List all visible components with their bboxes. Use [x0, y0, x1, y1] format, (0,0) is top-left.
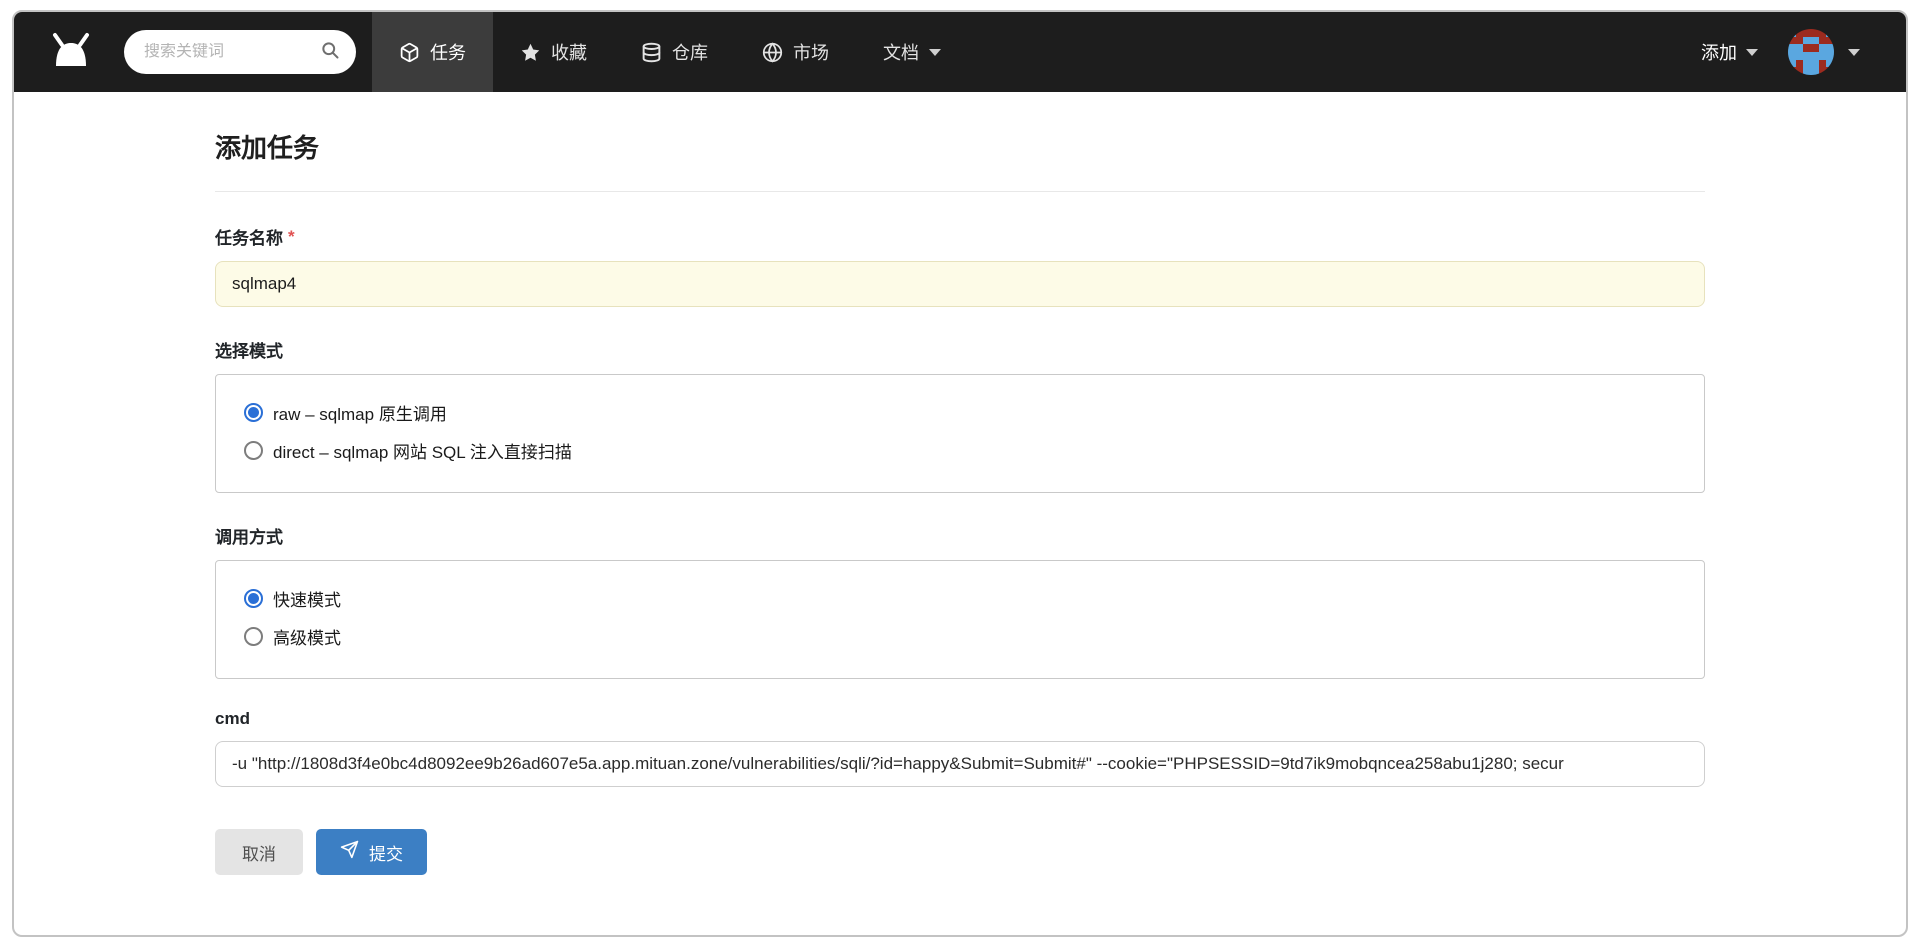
navbar-right: 添加 — [1701, 12, 1906, 92]
cmd-section: cmd — [215, 709, 1705, 787]
mode-section: 选择模式 raw – sqlmap 原生调用 direct – sqlmap 网… — [215, 337, 1705, 493]
mode-option-raw[interactable]: raw – sqlmap 原生调用 — [244, 400, 1676, 425]
nav-item-market[interactable]: 市场 — [735, 12, 856, 92]
top-navbar: 任务 收藏 仓库 — [14, 12, 1906, 92]
nav-item-tasks[interactable]: 任务 — [372, 12, 493, 92]
radio-checked-icon[interactable] — [244, 589, 263, 608]
radio-label: direct – sqlmap 网站 SQL 注入直接扫描 — [273, 438, 572, 463]
main-nav: 任务 收藏 仓库 — [372, 12, 968, 92]
cube-icon — [399, 42, 420, 63]
radio-label: raw – sqlmap 原生调用 — [273, 400, 447, 425]
task-name-section: 任务名称* — [215, 224, 1705, 307]
globe-icon — [762, 42, 783, 63]
caret-down-icon — [1746, 49, 1758, 56]
app-window: 任务 收藏 仓库 — [12, 10, 1908, 937]
star-icon — [520, 42, 541, 63]
nav-item-favorites[interactable]: 收藏 — [493, 12, 614, 92]
title-divider — [215, 191, 1705, 192]
mode-label: 选择模式 — [215, 337, 1705, 362]
add-dropdown[interactable]: 添加 — [1701, 39, 1758, 65]
search-input[interactable] — [144, 43, 320, 61]
submit-button[interactable]: 提交 — [316, 829, 427, 875]
navbar-spacer — [968, 12, 1701, 92]
radio-checked-icon[interactable] — [244, 403, 263, 422]
nav-item-docs[interactable]: 文档 — [856, 12, 968, 92]
search-box[interactable] — [124, 30, 356, 74]
mode-option-box: raw – sqlmap 原生调用 direct – sqlmap 网站 SQL… — [215, 374, 1705, 493]
invoke-option-advanced[interactable]: 高级模式 — [244, 624, 1676, 649]
nav-label: 任务 — [430, 39, 466, 65]
invoke-label: 调用方式 — [215, 523, 1705, 548]
submit-label: 提交 — [369, 840, 403, 865]
task-name-input[interactable] — [215, 261, 1705, 307]
cmd-label: cmd — [215, 709, 1705, 729]
mode-option-direct[interactable]: direct – sqlmap 网站 SQL 注入直接扫描 — [244, 438, 1676, 463]
task-name-label: 任务名称* — [215, 224, 1705, 249]
add-label: 添加 — [1701, 39, 1737, 65]
user-avatar[interactable] — [1788, 29, 1834, 75]
invoke-option-fast[interactable]: 快速模式 — [244, 586, 1676, 611]
search-icon[interactable] — [320, 40, 340, 65]
page-title: 添加任务 — [215, 128, 1705, 165]
caret-down-icon[interactable] — [1848, 49, 1860, 56]
cancel-button[interactable]: 取消 — [215, 829, 303, 875]
app-logo[interactable] — [14, 12, 124, 92]
required-asterisk: * — [288, 227, 295, 246]
form-actions: 取消 提交 — [215, 829, 1705, 875]
ant-logo-icon — [48, 32, 94, 73]
nav-label: 仓库 — [672, 39, 708, 65]
cmd-input[interactable] — [215, 741, 1705, 787]
invoke-section: 调用方式 快速模式 高级模式 — [215, 523, 1705, 679]
radio-label: 快速模式 — [273, 586, 341, 611]
invoke-option-box: 快速模式 高级模式 — [215, 560, 1705, 679]
nav-label: 文档 — [883, 39, 919, 65]
nav-label: 收藏 — [551, 39, 587, 65]
nav-item-repository[interactable]: 仓库 — [614, 12, 735, 92]
caret-down-icon — [929, 49, 941, 56]
radio-unchecked-icon[interactable] — [244, 627, 263, 646]
nav-label: 市场 — [793, 39, 829, 65]
add-task-form: 添加任务 任务名称* 选择模式 raw – sqlmap 原生调用 direct… — [215, 92, 1705, 875]
database-icon — [641, 42, 662, 63]
paper-plane-icon — [340, 840, 359, 864]
radio-unchecked-icon[interactable] — [244, 441, 263, 460]
radio-label: 高级模式 — [273, 624, 341, 649]
